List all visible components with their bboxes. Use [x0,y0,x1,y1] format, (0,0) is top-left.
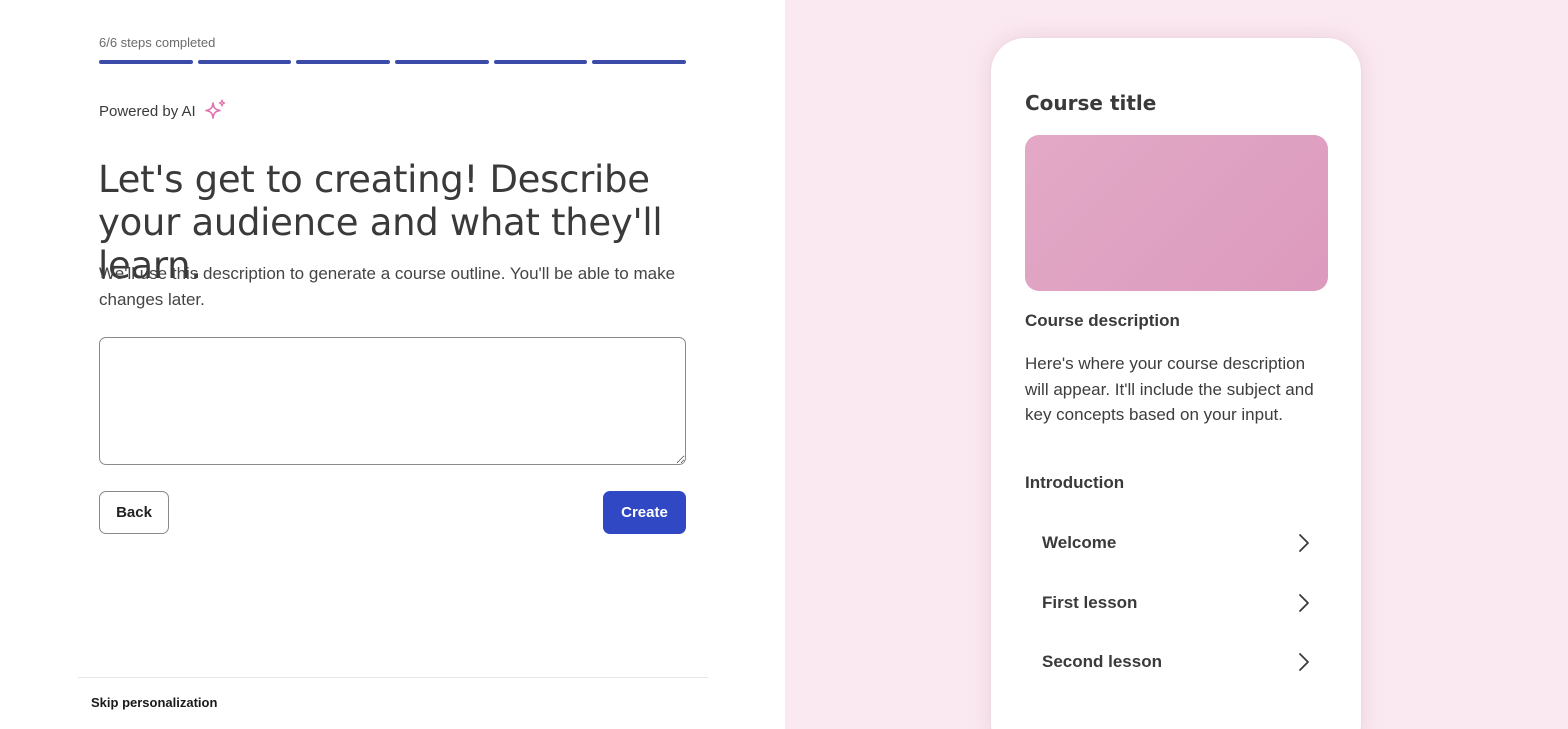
course-preview-phone: Course title Course description Here's w… [991,38,1361,729]
progress-step [592,60,687,64]
back-button[interactable]: Back [99,491,169,534]
lesson-item-first-lesson[interactable]: First lesson [1025,575,1328,631]
course-description-text: Here's where your course description wil… [1025,354,1314,424]
audience-description-input[interactable] [99,337,686,465]
create-button[interactable]: Create [603,491,686,534]
sparkle-icon [204,99,225,119]
progress-step [395,60,489,64]
lesson-label: Second lesson [1042,652,1162,671]
chevron-right-icon [1299,594,1309,612]
lesson-item-second-lesson[interactable]: Second lesson [1025,634,1328,690]
course-description-heading: Course description [1025,311,1180,330]
lesson-item-welcome[interactable]: Welcome [1025,515,1328,571]
preview-panel: Course title Course description Here's w… [785,0,1568,729]
powered-by-ai: Powered by AI [99,98,228,124]
lesson-label: First lesson [1042,593,1138,612]
skip-personalization-link[interactable]: Skip personalization [91,695,217,710]
progress-step [197,60,292,64]
setup-panel: 6/6 steps completed Powered by AI Let's … [0,0,785,729]
course-title: Course title [1025,91,1157,115]
progress-bar [99,60,687,64]
lesson-label: Welcome [1042,533,1117,552]
section-heading: Introduction [1025,473,1125,492]
progress-step [493,60,588,64]
page-subtitle: We'll use this description to generate a… [99,264,676,309]
footer-divider [78,677,708,678]
chevron-right-icon [1299,534,1309,552]
powered-by-label: Powered by AI [99,102,196,120]
progress-step [296,60,391,64]
progress-label: 6/6 steps completed [99,35,216,50]
course-cover-image [1025,135,1328,291]
progress-step [99,60,193,64]
chevron-right-icon [1299,653,1309,671]
